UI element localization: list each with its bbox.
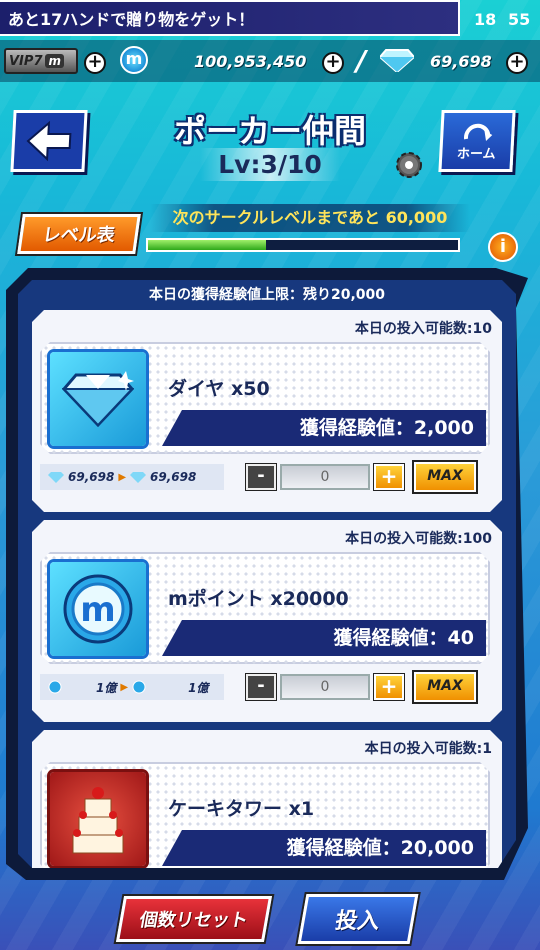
- item-xp: 獲得経験値：2,000: [162, 410, 486, 446]
- cake-tower-icon: [50, 772, 146, 866]
- vip-label: VIP: [9, 53, 34, 69]
- item-xp: 獲得経験値：40: [162, 620, 486, 656]
- m-coin-icon: [48, 680, 62, 694]
- reset-quantity-button[interactable]: 個数リセット: [115, 896, 273, 942]
- daily-xp-limit: 本日の獲得経験値上限：残り20,000: [148, 287, 386, 303]
- item-card-cake: 本日の投入可能数:1 ケーキタワー x1 獲得経験値：20,000: [32, 730, 502, 868]
- item-detail: ケーキタワー x1 獲得経験値：20,000: [40, 762, 490, 868]
- diamond-icon: [50, 352, 146, 446]
- balance-from: 69,698: [68, 470, 115, 484]
- balance-to: 69,698: [150, 470, 197, 484]
- m-coin-icon: m: [120, 46, 148, 74]
- diamond-icon: [380, 49, 414, 72]
- balance-from: 1億: [96, 680, 117, 695]
- xp-progress-bar: [146, 238, 460, 252]
- balance-preview: 69,698 ▶ 69,698: [40, 464, 224, 490]
- diamonds-plus-button[interactable]: +: [506, 52, 528, 74]
- level-table-label: レベル表: [41, 225, 117, 246]
- item-name: ダイヤ x50: [168, 378, 270, 400]
- plus-button[interactable]: +: [374, 464, 404, 490]
- item-detail: m mポイント x20000 獲得経験値：40: [40, 552, 490, 664]
- m-coin-icon: m: [50, 562, 146, 656]
- max-button[interactable]: MAX: [414, 672, 476, 702]
- vip-level: 7: [33, 53, 43, 69]
- arrow-right-icon: ▶: [120, 681, 129, 693]
- diamond-icon: [130, 472, 147, 483]
- home-button[interactable]: ホーム: [438, 110, 516, 172]
- arrow-left-icon: [26, 121, 72, 161]
- daily-limit-count: 本日の投入可能数:1: [364, 741, 492, 757]
- vip-badge[interactable]: VIP 7 m: [4, 48, 78, 74]
- vip-plus-button[interactable]: +: [84, 52, 106, 74]
- notice-banner[interactable]: あと17ハンドで贈り物をゲット！: [0, 0, 460, 36]
- next-level-text: 次のサークルレベルまであと 60,000: [150, 204, 470, 232]
- notice-text: あと17ハンドで贈り物をゲット！: [8, 10, 255, 29]
- diamonds-value: 69,698: [430, 52, 492, 71]
- item-card-mpoint: 本日の投入可能数:100 m mポイント x20000 獲得経験値：40 1億 …: [32, 520, 502, 722]
- home-icon: [464, 123, 493, 141]
- minus-button[interactable]: -: [246, 674, 276, 700]
- back-button[interactable]: [10, 110, 88, 172]
- item-name: ケーキタワー x1: [168, 798, 315, 820]
- daily-limit-count: 本日の投入可能数:10: [354, 321, 492, 337]
- level-table-button[interactable]: レベル表: [17, 214, 141, 254]
- arrow-right-icon: ▶: [118, 471, 127, 483]
- quantity-input[interactable]: 0: [280, 464, 370, 490]
- plus-button[interactable]: +: [374, 674, 404, 700]
- mpoints-plus-button[interactable]: +: [322, 52, 344, 74]
- daily-limit-count: 本日の投入可能数:100: [345, 531, 492, 547]
- svg-text:m: m: [80, 590, 115, 630]
- clock-hour: 18: [474, 10, 497, 29]
- quantity-stepper: - 0 + MAX: [246, 462, 494, 492]
- balance-preview: 1億 ▶ 1億: [40, 674, 224, 700]
- page-title: ポーカー仲間: [173, 112, 366, 150]
- item-detail: ダイヤ x50 獲得経験値：2,000: [40, 342, 490, 454]
- m-coin-icon: [132, 680, 146, 694]
- circle-level: Lv:3/10: [200, 148, 340, 181]
- clock-minute: 55: [508, 10, 531, 29]
- submit-label: 投入: [333, 909, 382, 934]
- item-card-diamond: 本日の投入可能数:10 ダイヤ x50 獲得経験値：2,000 69,698 ▶…: [32, 310, 502, 512]
- item-name: mポイント x20000: [168, 588, 349, 610]
- vip-suffix: m: [45, 54, 64, 68]
- gear-icon[interactable]: [392, 148, 426, 182]
- minus-button[interactable]: -: [246, 464, 276, 490]
- reset-label: 個数リセット: [137, 910, 250, 931]
- mpoints-value: 100,953,450: [194, 52, 307, 71]
- home-label: ホーム: [456, 146, 497, 162]
- info-icon[interactable]: i: [488, 232, 518, 262]
- divider: /: [356, 44, 367, 77]
- diamond-icon: [48, 472, 64, 483]
- balance-to: 1億: [188, 680, 209, 695]
- quantity-input[interactable]: 0: [280, 674, 370, 700]
- quantity-stepper: - 0 + MAX: [246, 672, 494, 702]
- max-button[interactable]: MAX: [414, 462, 476, 492]
- item-xp: 獲得経験値：20,000: [162, 830, 486, 866]
- items-panel[interactable]: 本日の獲得経験値上限：残り20,000 本日の投入可能数:10 ダイヤ x50 …: [18, 280, 516, 868]
- xp-progress-fill: [148, 240, 266, 250]
- submit-button[interactable]: 投入: [297, 894, 419, 944]
